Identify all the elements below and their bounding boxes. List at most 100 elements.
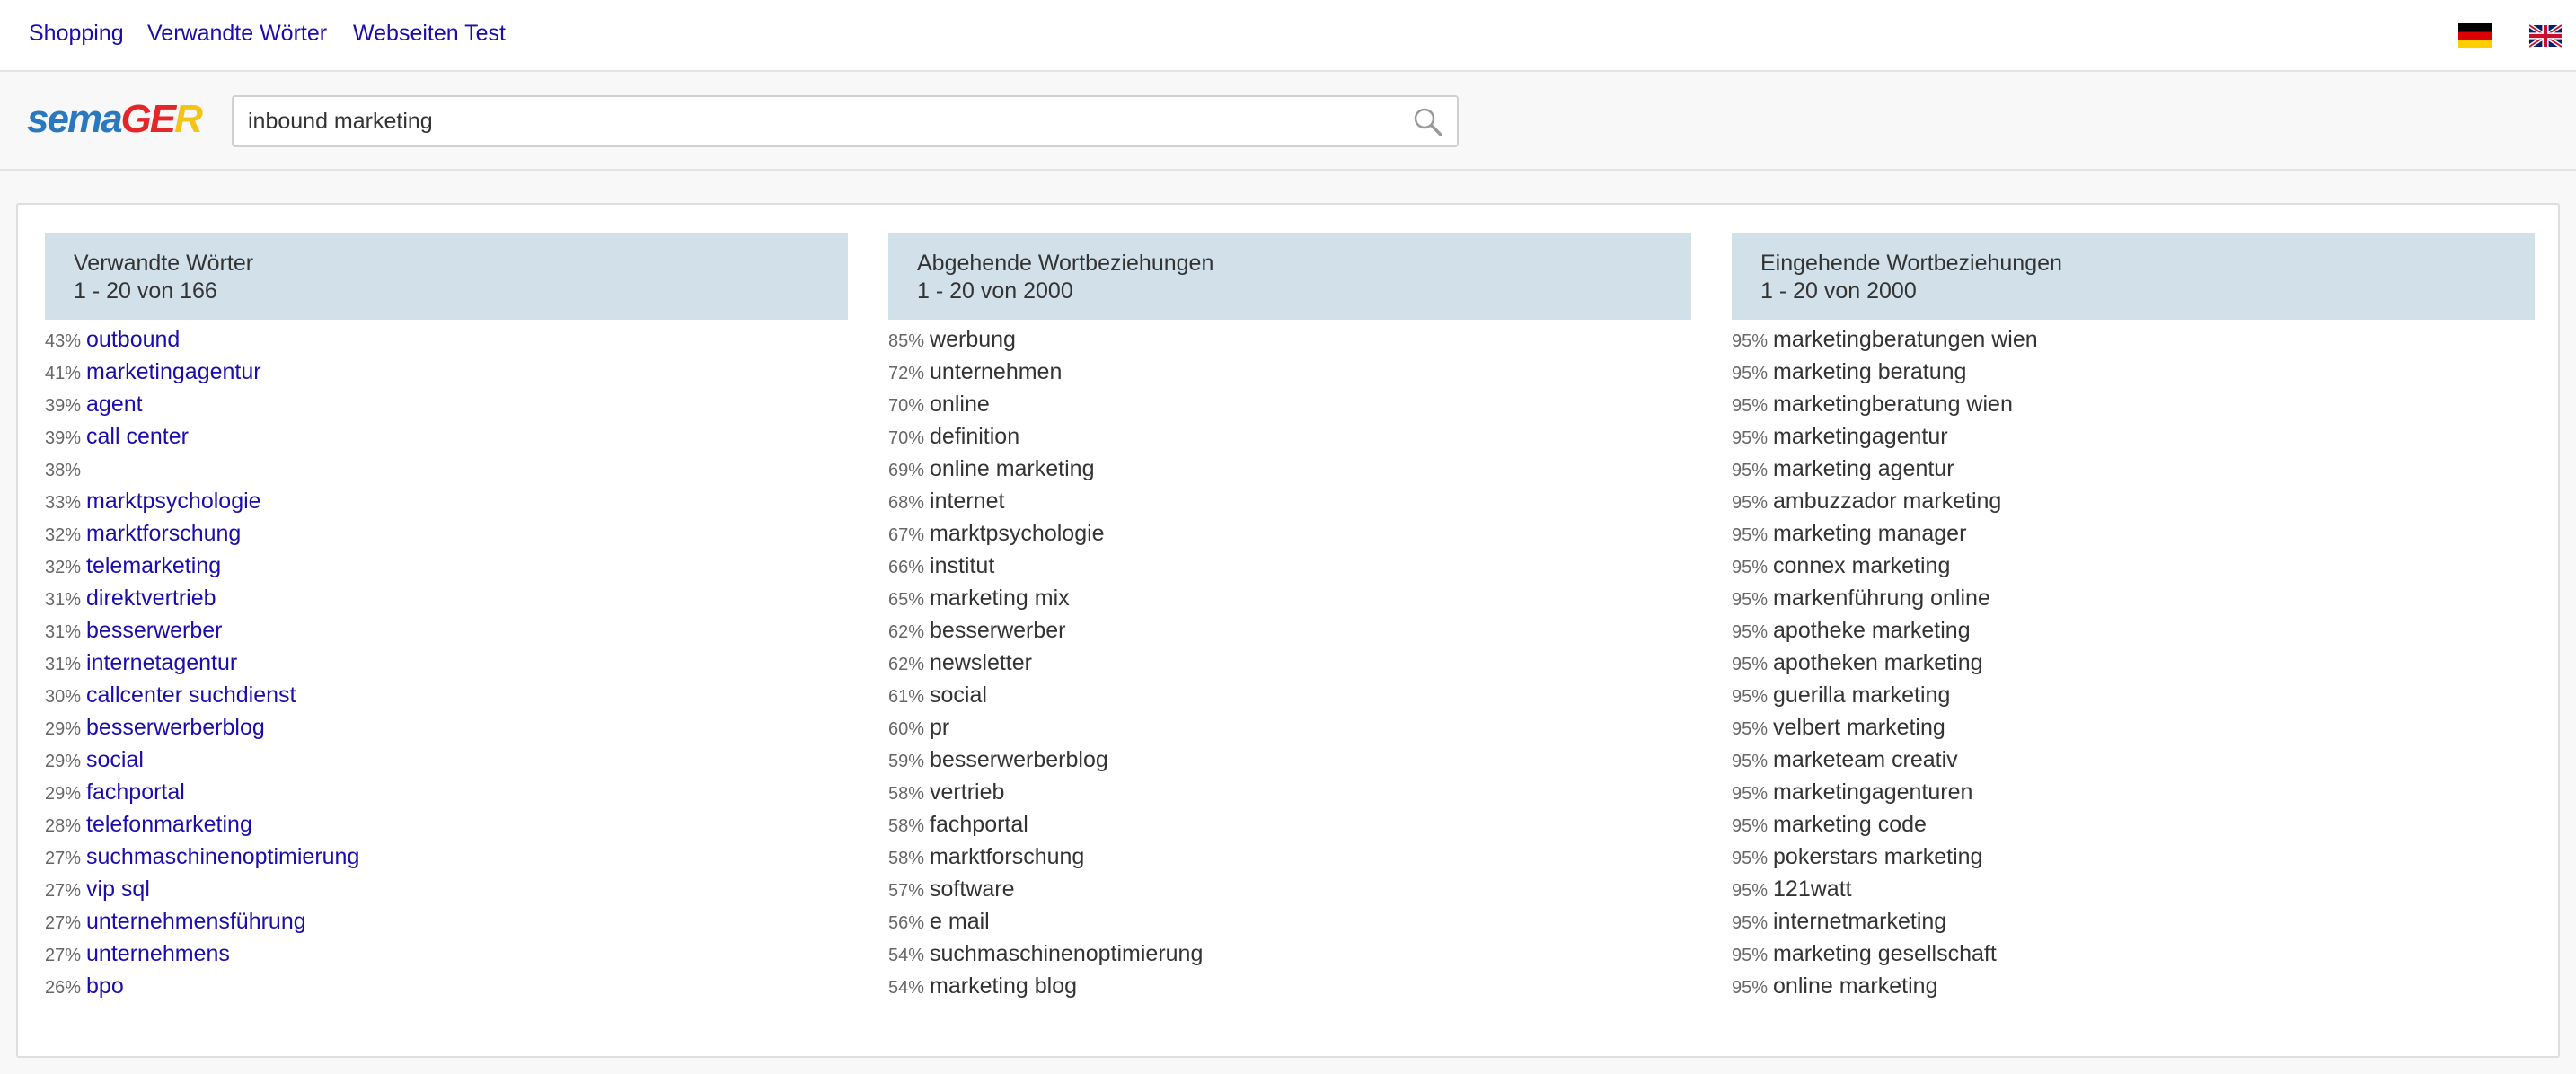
relevance-percent: 61% <box>888 687 925 707</box>
list-item: 39% agent <box>45 388 848 420</box>
nav-link-shopping[interactable]: Shopping <box>29 20 124 47</box>
related-word: connex marketing <box>1773 553 1951 578</box>
related-word[interactable]: internetagentur <box>86 650 237 675</box>
related-word[interactable]: besserwerber <box>86 618 222 643</box>
list-item: 33% marktpsychologie <box>45 485 848 517</box>
relevance-percent: 65% <box>888 590 925 610</box>
relevance-percent: 31% <box>45 655 82 674</box>
list-item: 43% outbound <box>45 323 848 356</box>
column-title: Eingehende Wortbeziehungen <box>1760 251 2062 276</box>
list-item: 95% online marketing <box>1732 970 2535 1002</box>
list-item: 67% marktpsychologie <box>888 517 1691 550</box>
search-input[interactable] <box>248 104 1380 138</box>
nav-link-verwandte-woerter[interactable]: Verwandte Wörter <box>147 20 327 47</box>
related-word: ambuzzador marketing <box>1773 489 2002 514</box>
list-item: 27% vip sql <box>45 873 848 905</box>
relevance-percent: 43% <box>45 331 82 351</box>
nav-link-webseiten-test[interactable]: Webseiten Test <box>353 20 506 47</box>
german-flag-icon[interactable] <box>2458 23 2492 48</box>
column-abgehende-wortbeziehungen: Abgehende Wortbeziehungen 1 - 20 von 200… <box>888 233 1691 1002</box>
related-word[interactable]: call center <box>86 424 189 449</box>
related-word[interactable]: telefonmarketing <box>86 812 252 837</box>
related-word[interactable]: marktforschung <box>86 521 241 546</box>
related-word[interactable]: direktvertrieb <box>86 585 216 611</box>
list-item: 58% marktforschung <box>888 841 1691 873</box>
related-word[interactable]: vip sql <box>86 876 150 902</box>
related-word: guerilla marketing <box>1773 682 1951 708</box>
related-word: marketing mix <box>930 585 1070 611</box>
related-word[interactable]: marketingagentur <box>86 359 261 384</box>
list-item: 68% internet <box>888 485 1691 517</box>
list-item: 58% vertrieb <box>888 776 1691 808</box>
results-card: Verwandte Wörter 1 - 20 von 166 43% outbo… <box>16 203 2560 1058</box>
relevance-percent: 32% <box>45 525 82 545</box>
list-item: 95% marketeam creativ <box>1732 744 2535 776</box>
relevance-percent: 38% <box>45 461 82 480</box>
column-range: 1 - 20 von 166 <box>74 278 217 304</box>
related-word: marketing beratung <box>1773 359 1967 384</box>
related-word[interactable]: social <box>86 747 144 772</box>
list-item: 26% bpo <box>45 970 848 1002</box>
relevance-percent: 72% <box>888 364 925 383</box>
related-word: besserwerber <box>930 618 1066 643</box>
list-item: 58% fachportal <box>888 808 1691 841</box>
related-word[interactable]: outbound <box>86 327 180 352</box>
related-word[interactable]: suchmaschinenoptimierung <box>86 844 359 869</box>
related-word: online marketing <box>930 456 1095 481</box>
relevance-percent: 31% <box>45 622 82 642</box>
related-word: pr <box>930 715 950 740</box>
list-item: 72% unternehmen <box>888 356 1691 388</box>
list-item: 57% software <box>888 873 1691 905</box>
list-item: 95% marketingagentur <box>1732 420 2535 453</box>
related-word[interactable]: bpo <box>86 973 124 999</box>
search-icon[interactable] <box>1412 106 1444 138</box>
related-word: internet <box>930 489 1005 514</box>
related-word[interactable]: fachportal <box>86 779 185 805</box>
logo-part-ge: GE <box>120 97 177 141</box>
list-item: 30% callcenter suchdienst <box>45 679 848 711</box>
related-word[interactable]: callcenter suchdienst <box>86 682 296 708</box>
related-word: definition <box>930 424 1020 449</box>
related-word: werbung <box>930 327 1016 352</box>
related-word[interactable]: telemarketing <box>86 553 221 578</box>
relevance-percent: 31% <box>45 590 82 610</box>
relevance-percent: 62% <box>888 655 925 674</box>
relevance-percent: 95% <box>1732 978 1769 998</box>
list-item: 70% definition <box>888 420 1691 453</box>
relevance-percent: 29% <box>45 752 82 771</box>
relevance-percent: 39% <box>45 428 82 448</box>
list-item: 59% besserwerberblog <box>888 744 1691 776</box>
relevance-percent: 95% <box>1732 331 1769 351</box>
related-word: newsletter <box>930 650 1032 675</box>
related-word[interactable]: besserwerberblog <box>86 715 265 740</box>
relevance-percent: 95% <box>1732 752 1769 771</box>
list-item: 54% suchmaschinenoptimierung <box>888 938 1691 970</box>
list-item: 32% telemarketing <box>45 550 848 582</box>
related-word[interactable]: unternehmens <box>86 941 230 966</box>
relevance-percent: 27% <box>45 881 82 901</box>
list-item: 38% <box>45 453 848 485</box>
list-item: 95% markenführung online <box>1732 582 2535 614</box>
relevance-percent: 30% <box>45 687 82 707</box>
relevance-percent: 95% <box>1732 849 1769 868</box>
related-word: online marketing <box>1773 973 1938 999</box>
relevance-percent: 58% <box>888 784 925 804</box>
list-item: 95% connex marketing <box>1732 550 2535 582</box>
related-word: marketingberatung wien <box>1773 392 2013 417</box>
relevance-percent: 60% <box>888 719 925 739</box>
column-range: 1 - 20 von 2000 <box>917 278 1073 304</box>
uk-flag-icon[interactable] <box>2529 23 2562 48</box>
relevance-percent: 29% <box>45 784 82 804</box>
relevance-percent: 54% <box>888 946 925 965</box>
column-eingehende-wortbeziehungen: Eingehende Wortbeziehungen 1 - 20 von 20… <box>1732 233 2535 1002</box>
relevance-percent: 69% <box>888 461 925 480</box>
logo-part-sema: sema <box>27 97 123 141</box>
relevance-percent: 95% <box>1732 913 1769 933</box>
related-word[interactable]: unternehmensführung <box>86 909 306 934</box>
related-word[interactable]: marktpsychologie <box>86 489 261 514</box>
related-word: marketeam creativ <box>1773 747 1958 772</box>
relevance-percent: 41% <box>45 364 82 383</box>
semager-logo[interactable]: semaGER <box>27 97 203 142</box>
relevance-percent: 95% <box>1732 364 1769 383</box>
related-word[interactable]: agent <box>86 392 143 417</box>
